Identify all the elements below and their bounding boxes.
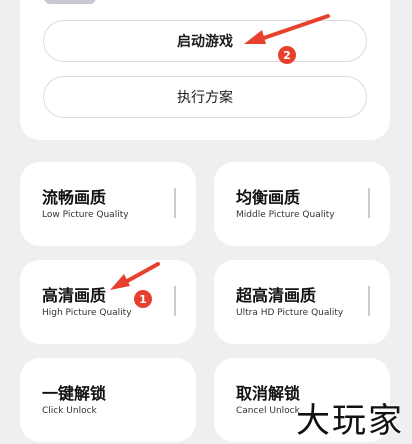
quality-tile-low[interactable]: 流畅画质 Low Picture Quality — [20, 162, 196, 246]
tile-title: 一键解锁 — [42, 384, 107, 403]
tile-title: 流畅画质 — [42, 188, 107, 207]
tile-title: 取消解锁 — [236, 384, 301, 403]
execute-plan-label: 执行方案 — [177, 90, 233, 106]
tile-subtitle: Middle Picture Quality — [236, 210, 335, 220]
tile-subtitle: Ultra HD Picture Quality — [236, 308, 344, 318]
tile-title: 均衡画质 — [236, 188, 301, 207]
tile-title: 超高清画质 — [236, 286, 317, 305]
annotation-badge-1: 1 — [134, 290, 152, 308]
one-click-unlock-tile[interactable]: 一键解锁 Click Unlock — [20, 358, 196, 442]
tile-subtitle: Low Picture Quality — [42, 210, 129, 220]
launch-game-button[interactable]: 启动游戏 — [43, 20, 367, 62]
launch-game-label: 启动游戏 — [177, 34, 233, 50]
quality-tile-middle[interactable]: 均衡画质 Middle Picture Quality — [214, 162, 390, 246]
tile-subtitle: High Picture Quality — [42, 308, 132, 318]
collapsed-item-stub — [44, 0, 96, 4]
watermark: 大玩家 — [296, 401, 404, 441]
annotation-badge-2: 2 — [278, 46, 296, 64]
tile-divider — [368, 286, 370, 316]
tile-divider — [368, 188, 370, 218]
tile-subtitle: Click Unlock — [42, 406, 97, 416]
execute-plan-button[interactable]: 执行方案 — [43, 76, 367, 118]
tile-divider — [174, 188, 176, 218]
quality-tile-high[interactable]: 高清画质 High Picture Quality — [20, 260, 196, 344]
tile-title: 高清画质 — [42, 286, 107, 305]
tile-subtitle: Cancel Unlock — [236, 406, 300, 416]
tile-divider — [174, 286, 176, 316]
quality-tile-ultra-hd[interactable]: 超高清画质 Ultra HD Picture Quality — [214, 260, 390, 344]
